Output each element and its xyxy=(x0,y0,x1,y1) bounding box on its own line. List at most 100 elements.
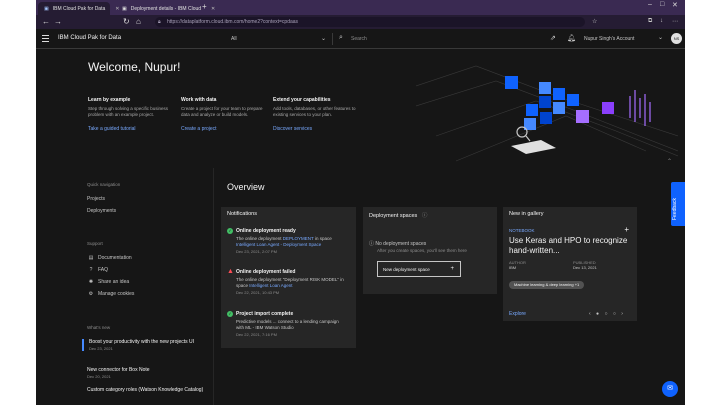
magnifier-icon xyxy=(511,126,556,154)
support-label: Share an idea xyxy=(98,279,130,285)
notification-date: Dec 22, 2021, 7:16 PM xyxy=(236,332,277,337)
notification-item[interactable]: ▲ Online deployment failed The online de… xyxy=(227,268,347,295)
guided-tutorial-link[interactable]: Take a guided tutorial xyxy=(88,126,176,132)
empty-state: ⓘ No deployment spaces xyxy=(369,240,426,247)
news-item[interactable]: New connector for Box Note Dec 20, 2021 xyxy=(82,367,208,379)
avatar[interactable]: NS xyxy=(671,33,682,44)
extend-capabilities-section: Extend your capabilities Add tools, data… xyxy=(273,97,361,132)
explore-link[interactable]: Explore xyxy=(509,311,526,317)
support-faq[interactable]: ? FAQ xyxy=(88,267,108,273)
bar-bars-icon xyxy=(629,90,651,126)
whats-new-heading: What's new xyxy=(87,325,111,330)
meta-value: IBM xyxy=(509,265,517,270)
address-bar[interactable]: 🔒︎ https://dataplatform.cloud.ibm.com/ho… xyxy=(155,17,585,27)
close-tab-icon[interactable]: ✕ xyxy=(211,6,215,12)
learn-by-example-section: Learn by example Step through solving a … xyxy=(88,97,176,132)
news-title: Custom category roles (Watson Knowledge … xyxy=(87,387,204,393)
support-label: Documentation xyxy=(98,255,132,261)
add-to-project-icon[interactable]: + xyxy=(624,225,629,234)
support-share-idea[interactable]: ✺ Share an idea xyxy=(88,279,129,285)
quick-nav-deployments[interactable]: Deployments xyxy=(87,208,116,214)
window-close-icon[interactable]: ✕ xyxy=(672,1,678,9)
collections-icon[interactable]: ⧉ xyxy=(648,18,652,25)
notification-item[interactable]: ✓ Project import complete Predictive mod… xyxy=(227,311,347,337)
info-icon[interactable]: ⓘ xyxy=(422,213,428,219)
gallery-tag[interactable]: Machine learning & deep learning +1 xyxy=(509,281,585,289)
search-scope-value: All xyxy=(231,36,237,42)
bookmark-star-icon[interactable]: ☆ xyxy=(592,18,597,25)
product-name[interactable]: IBM Cloud Pak for Data xyxy=(58,35,121,41)
warning-icon: ▲ xyxy=(227,268,234,275)
search-placeholder: Search xyxy=(351,36,367,42)
news-item[interactable]: Custom category roles (Watson Knowledge … xyxy=(82,387,208,393)
button-label: New deployment space xyxy=(383,267,430,272)
create-project-link[interactable]: Create a project xyxy=(181,126,269,132)
feedback-label: Feedback xyxy=(672,198,678,220)
minimize-icon[interactable]: – xyxy=(648,1,652,8)
new-tab-button[interactable]: + xyxy=(202,2,207,11)
tab-favicon-icon: ▣ xyxy=(44,5,49,12)
tab-favicon-icon: ▣ xyxy=(122,5,127,12)
settings-icon: ⚙︎ xyxy=(88,291,94,297)
chevron-down-icon[interactable]: ⌄ xyxy=(658,34,663,41)
gallery-item-title[interactable]: Use Keras and HPO to recognize hand-writ… xyxy=(509,236,637,256)
section-heading: Extend your capabilities xyxy=(273,97,331,103)
feedback-tab[interactable]: Feedback xyxy=(671,182,685,226)
app-header: IBM Cloud Pak for Data All ⌄ ⌕ Search ⇗ … xyxy=(36,29,685,49)
add-icon: + xyxy=(450,266,454,272)
browser-tab[interactable]: ▣ Deployment details - IBM Cloud ✕ xyxy=(116,2,215,15)
switcher-icon[interactable]: ⇗ xyxy=(550,34,556,42)
left-panel: Quick navigation Projects Deployments Su… xyxy=(36,168,214,405)
lock-icon: 🔒︎ xyxy=(158,19,161,25)
empty-state-title: No deployment spaces xyxy=(375,241,427,247)
gallery-card: New in gallery NOTEBOOK + Use Keras and … xyxy=(503,207,637,321)
success-icon: ✓ xyxy=(227,311,233,317)
support-manage-cookies[interactable]: ⚙︎ Manage cookies xyxy=(88,291,135,297)
quick-nav-projects[interactable]: Projects xyxy=(87,196,105,202)
notification-title: Online deployment ready xyxy=(236,228,296,234)
notification-bell-icon[interactable]: 🔔︎ xyxy=(567,34,576,42)
deployment-link[interactable]: DEPLOYMENT xyxy=(283,236,314,241)
home-icon[interactable]: ⌂ xyxy=(136,17,141,26)
maximize-icon[interactable]: □ xyxy=(660,1,664,8)
download-icon[interactable]: ↓ xyxy=(660,18,663,24)
document-icon: ▤ xyxy=(88,255,94,261)
tab-label: IBM Cloud Pak for Data xyxy=(52,5,106,12)
gallery-item-type: NOTEBOOK xyxy=(509,228,535,233)
support-documentation[interactable]: ▤ Documentation xyxy=(88,255,132,261)
discover-services-link[interactable]: Discover services xyxy=(273,126,361,132)
chat-icon[interactable]: ✉ xyxy=(662,381,678,397)
news-item[interactable]: Boost your productivity with the new pro… xyxy=(82,339,208,351)
search-input[interactable]: ⌕ Search xyxy=(337,33,573,45)
notification-item[interactable]: ✓ Online deployment ready The online dep… xyxy=(227,228,347,254)
card-heading-text: Deployment spaces xyxy=(369,213,418,219)
card-heading: Deployment spaces ⓘ xyxy=(369,211,427,219)
welcome-title: Welcome, Nupur! xyxy=(88,60,181,74)
news-title: New connector for Box Note xyxy=(87,367,150,373)
section-text: Add tools, databases, or other features … xyxy=(273,106,356,117)
tab-label: Deployment details - IBM Cloud xyxy=(130,5,202,12)
space-link[interactable]: Intelligent Loan Agent - Deployment Spac… xyxy=(236,242,321,247)
account-switcher[interactable]: Nupur Singh's Account xyxy=(584,36,634,42)
section-heading: Work with data xyxy=(181,97,217,103)
browser-tab-active[interactable]: ▣ IBM Cloud Pak for Data ✕ xyxy=(38,2,119,15)
carousel-pager[interactable]: ‹ ● ○ ○ › xyxy=(589,311,625,317)
hamburger-menu-icon[interactable] xyxy=(42,35,49,42)
forward-icon[interactable]: → xyxy=(54,17,62,26)
reload-icon[interactable]: ↻ xyxy=(123,17,130,26)
welcome-banner: Welcome, Nupur! Learn by example Step th… xyxy=(36,50,685,168)
news-date: Dec 23, 2021 xyxy=(89,346,113,351)
search-scope-select[interactable]: All ⌄ xyxy=(227,33,333,45)
news-title: Boost your productivity with the new pro… xyxy=(89,339,195,345)
new-deployment-space-button[interactable]: New deployment space + xyxy=(377,261,461,277)
notification-title: Online deployment failed xyxy=(236,269,296,275)
notification-body: The online deployment DEPLOYMENT in spac… xyxy=(236,236,347,248)
data-cubes-icon xyxy=(505,76,614,130)
notification-text: The online deployment xyxy=(236,236,283,241)
space-link[interactable]: Intelligent Loan Agent xyxy=(249,283,292,288)
back-icon[interactable]: ← xyxy=(42,17,50,26)
card-heading: New in gallery xyxy=(509,211,544,217)
work-with-data-section: Work with data Create a project for your… xyxy=(181,97,269,132)
browser-menu-icon[interactable]: ⋯ xyxy=(672,18,678,25)
banner-collapse-icon[interactable]: ⌃ xyxy=(667,158,672,165)
